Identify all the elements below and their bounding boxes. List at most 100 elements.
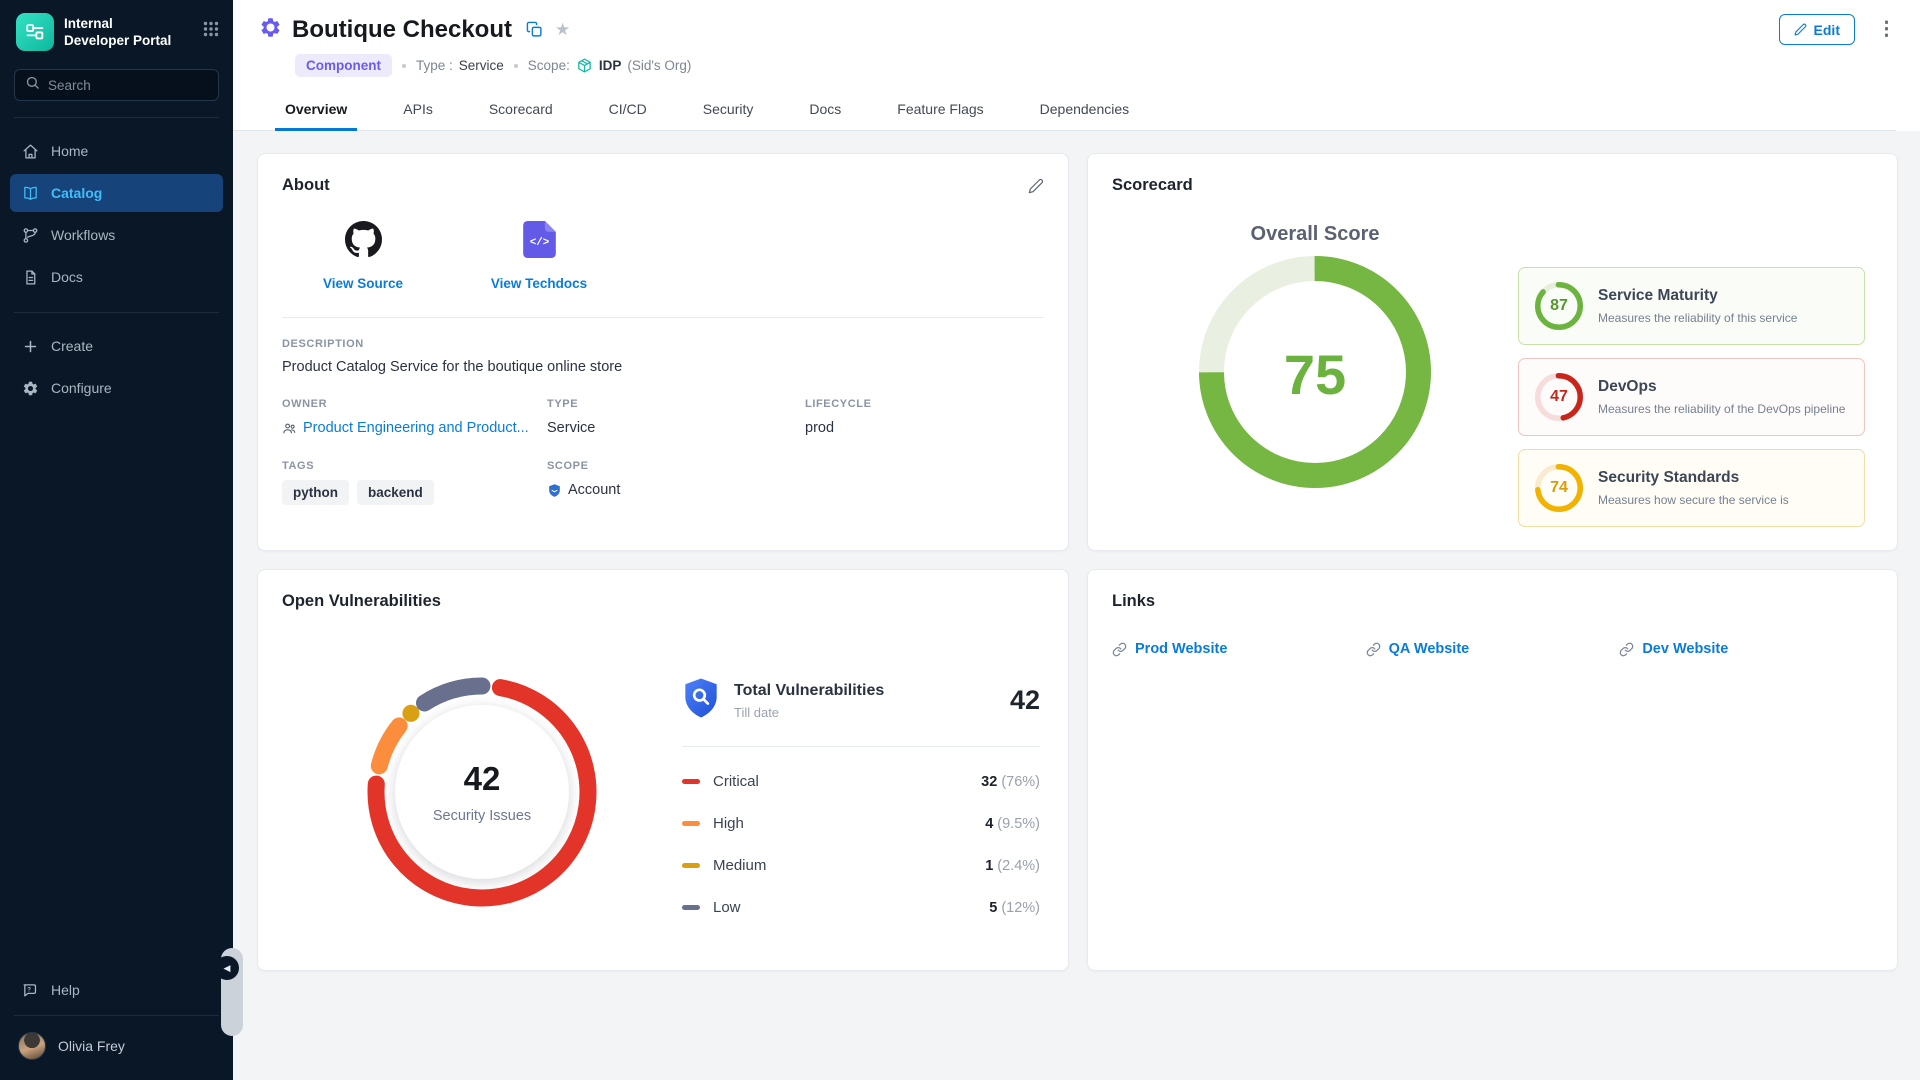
docs-icon — [22, 269, 39, 286]
security-issues-label: Security Issues — [433, 808, 531, 824]
owner-group-icon — [282, 421, 297, 436]
tab-cicd[interactable]: CI/CD — [607, 89, 649, 130]
sidebar-collapse-handle[interactable]: ◀ — [221, 948, 243, 1036]
tag-chip[interactable]: python — [282, 480, 349, 505]
view-source-link[interactable]: View Source — [298, 221, 428, 291]
tab-dependencies[interactable]: Dependencies — [1038, 89, 1132, 130]
shield-search-icon — [682, 677, 720, 724]
entity-scope: Scope: IDP (Sid's Org) — [528, 57, 692, 74]
sidebar-item-configure[interactable]: Configure — [10, 369, 223, 407]
sidebar-item-create[interactable]: Create — [10, 327, 223, 365]
scorecard-item-security-standards[interactable]: 74 Security Standards Measures how secur… — [1518, 449, 1865, 527]
catalog-icon — [22, 185, 39, 202]
high-swatch — [682, 821, 700, 826]
description-label: DESCRIPTION — [282, 338, 1044, 350]
content-grid: About View Source — [233, 131, 1920, 1080]
scope-field: SCOPE Account — [547, 460, 805, 505]
plus-icon — [22, 338, 39, 355]
app-logo-icon — [16, 13, 54, 51]
apps-grid-icon[interactable] — [203, 21, 219, 37]
sidebar: Internal Developer Portal Home — [0, 0, 233, 1080]
copy-icon[interactable] — [526, 21, 543, 38]
collapse-arrow-icon: ◀ — [215, 956, 239, 980]
sidebar-divider — [14, 117, 219, 118]
sidebar-bottom: ? Help Olivia Frey — [0, 971, 233, 1080]
overall-score-label: Overall Score — [1251, 223, 1380, 246]
scorecard-item-service-maturity[interactable]: 87 Service Maturity Measures the reliabi… — [1518, 267, 1865, 345]
overall-score-donut: 75 — [1199, 256, 1431, 493]
service-maturity-ring: 87 — [1535, 282, 1583, 330]
vulnerabilities-donut: 42 Security Issues — [357, 667, 607, 917]
sidebar-item-docs[interactable]: Docs — [10, 258, 223, 296]
links-card: Links Prod Website QA Website Dev Websit… — [1087, 569, 1898, 971]
vulnerability-legend: Critical 32 (76%) High 4 (9.5%) — [682, 773, 1040, 916]
sidebar-item-catalog[interactable]: Catalog — [10, 174, 223, 212]
about-title: About — [282, 176, 330, 195]
scorecard-item-devops[interactable]: 47 DevOps Measures the reliability of th… — [1518, 358, 1865, 436]
sidebar-item-home[interactable]: Home — [10, 132, 223, 170]
tab-feature-flags[interactable]: Feature Flags — [895, 89, 985, 130]
type-field: TYPE Service — [547, 398, 805, 436]
techdocs-icon: </> — [523, 221, 556, 263]
sidebar-search[interactable] — [14, 69, 219, 101]
dev-website-link[interactable]: Dev Website — [1619, 641, 1873, 657]
search-icon — [25, 75, 40, 95]
edit-button[interactable]: Edit — [1779, 14, 1855, 45]
owner-link[interactable]: Product Engineering and Product... — [303, 420, 529, 436]
home-icon — [22, 143, 39, 160]
about-edit-pencil-icon[interactable] — [1028, 178, 1044, 194]
tab-bar: Overview APIs Scorecard CI/CD Security D… — [233, 89, 1896, 131]
lifecycle-field: LIFECYCLE prod — [805, 398, 1044, 436]
scorecard-card: Scorecard Overall Score 75 — [1087, 153, 1898, 551]
link-icon — [1619, 642, 1634, 657]
total-vulnerabilities-label: Total Vulnerabilities — [734, 682, 884, 700]
tab-apis[interactable]: APIs — [401, 89, 435, 130]
view-techdocs-link[interactable]: </> View Techdocs — [474, 221, 604, 291]
devops-ring: 47 — [1535, 373, 1583, 421]
entity-type: Type : Service — [416, 58, 504, 73]
workflows-icon — [22, 227, 39, 244]
entity-kind-badge: Component — [295, 54, 392, 77]
tab-security[interactable]: Security — [701, 89, 756, 130]
prod-website-link[interactable]: Prod Website — [1112, 641, 1366, 657]
breadcrumb: Component Type : Service Scope: IDP (Sid… — [295, 54, 1896, 77]
link-icon — [1366, 642, 1381, 657]
security-standards-ring: 74 — [1535, 464, 1583, 512]
sidebar-secondary-nav: Create Configure — [10, 327, 223, 407]
low-swatch — [682, 905, 700, 910]
page-header: Boutique Checkout ★ Edit ⋮ Component — [233, 0, 1920, 131]
svg-text:?: ? — [27, 986, 31, 993]
sidebar-item-help[interactable]: ? Help — [10, 971, 223, 1009]
component-gear-icon — [259, 16, 282, 44]
search-input[interactable] — [48, 78, 208, 93]
about-card: About View Source — [257, 153, 1069, 551]
star-icon[interactable]: ★ — [555, 21, 570, 38]
sidebar-nav: Home Catalog Workflows Docs — [10, 132, 223, 296]
legend-row-low: Low 5 (12%) — [682, 899, 1040, 916]
qa-website-link[interactable]: QA Website — [1366, 641, 1620, 657]
avatar — [18, 1032, 46, 1060]
description-value: Product Catalog Service for the boutique… — [282, 359, 1044, 375]
sidebar-header: Internal Developer Portal — [0, 0, 233, 51]
tag-chip[interactable]: backend — [357, 480, 434, 505]
kebab-menu-icon[interactable]: ⋮ — [1877, 20, 1896, 39]
pencil-icon — [1794, 23, 1807, 36]
sidebar-divider — [14, 312, 219, 313]
vulnerabilities-title: Open Vulnerabilities — [282, 592, 441, 611]
main-area: Boutique Checkout ★ Edit ⋮ Component — [233, 0, 1920, 1080]
till-date-label: Till date — [734, 705, 884, 720]
legend-row-high: High 4 (9.5%) — [682, 815, 1040, 832]
app-title: Internal Developer Portal — [64, 13, 203, 50]
tags-field: TAGS python backend — [282, 460, 547, 505]
account-shield-icon — [547, 483, 562, 498]
medium-swatch — [682, 863, 700, 868]
sidebar-divider — [14, 1015, 219, 1016]
total-vulnerabilities-value: 42 — [1010, 685, 1040, 716]
user-menu[interactable]: Olivia Frey — [10, 1022, 223, 1070]
tab-docs[interactable]: Docs — [807, 89, 843, 130]
links-title: Links — [1112, 592, 1155, 611]
scope-cube-icon — [576, 57, 593, 74]
tab-scorecard[interactable]: Scorecard — [487, 89, 555, 130]
sidebar-item-workflows[interactable]: Workflows — [10, 216, 223, 254]
tab-overview[interactable]: Overview — [283, 89, 349, 130]
